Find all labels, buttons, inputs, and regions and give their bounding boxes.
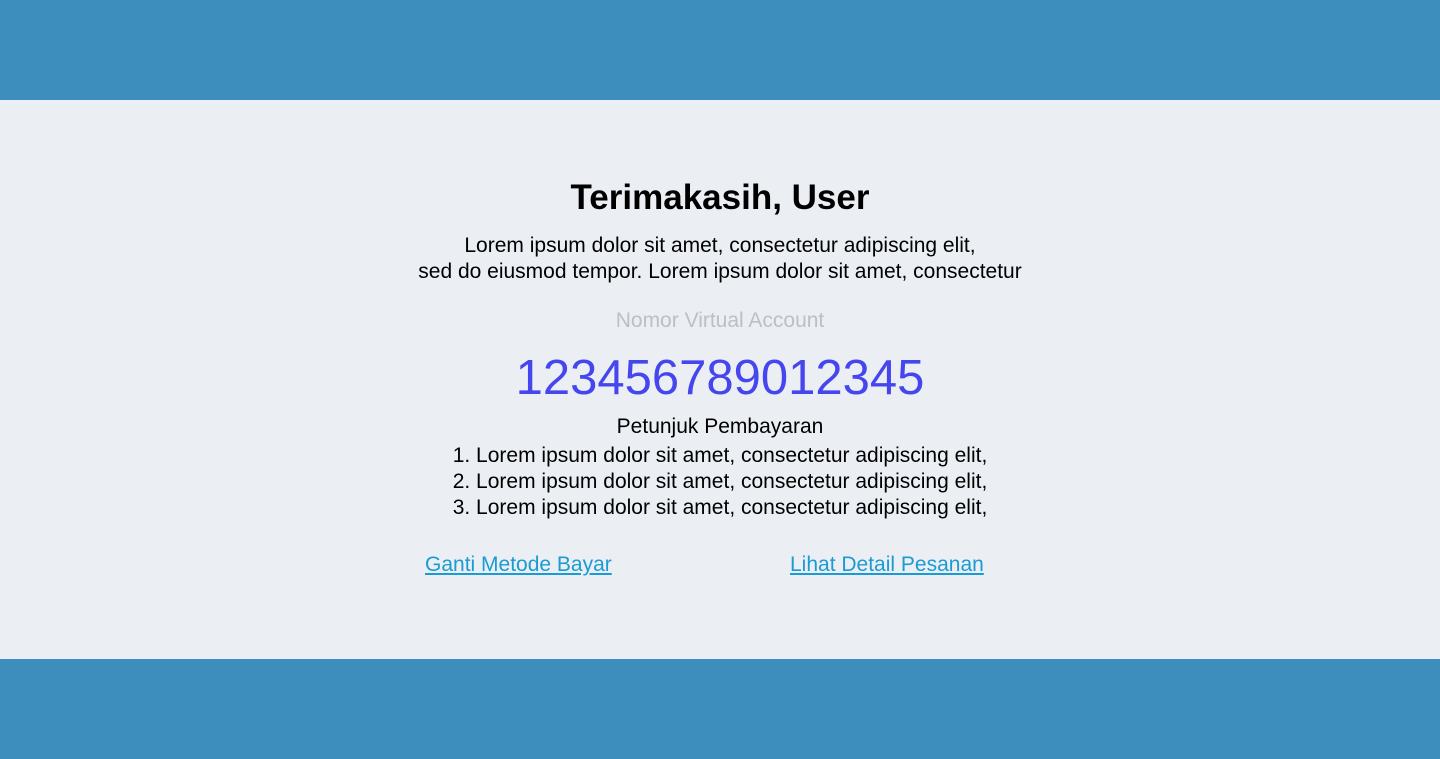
footer-bar	[0, 659, 1440, 759]
payment-instructions-title: Petunjuk Pembayaran	[616, 415, 824, 438]
main-content: Terimakasih, User Lorem ipsum dolor sit …	[0, 100, 1440, 659]
virtual-account-label: Nomor Virtual Account	[615, 309, 825, 332]
payment-step: 3. Lorem ipsum dolor sit amet, consectet…	[452, 496, 988, 519]
intro-text: Lorem ipsum dolor sit amet, consectetur …	[0, 233, 1440, 285]
page-title: Terimakasih, User	[570, 178, 870, 217]
header-bar	[0, 0, 1440, 100]
virtual-account-number: 123456789012345	[515, 351, 925, 405]
view-order-detail-link[interactable]: Lihat Detail Pesanan	[790, 552, 984, 578]
payment-steps-list: 1. Lorem ipsum dolor sit amet, consectet…	[0, 443, 1440, 521]
intro-line: Lorem ipsum dolor sit amet, consectetur …	[464, 234, 976, 257]
intro-line: sed do eiusmod tempor. Lorem ipsum dolor…	[418, 260, 1022, 283]
change-payment-method-link[interactable]: Ganti Metode Bayar	[425, 552, 612, 578]
payment-step: 1. Lorem ipsum dolor sit amet, consectet…	[452, 444, 988, 467]
payment-step: 2. Lorem ipsum dolor sit amet, consectet…	[452, 470, 988, 493]
page: Terimakasih, User Lorem ipsum dolor sit …	[0, 0, 1440, 759]
